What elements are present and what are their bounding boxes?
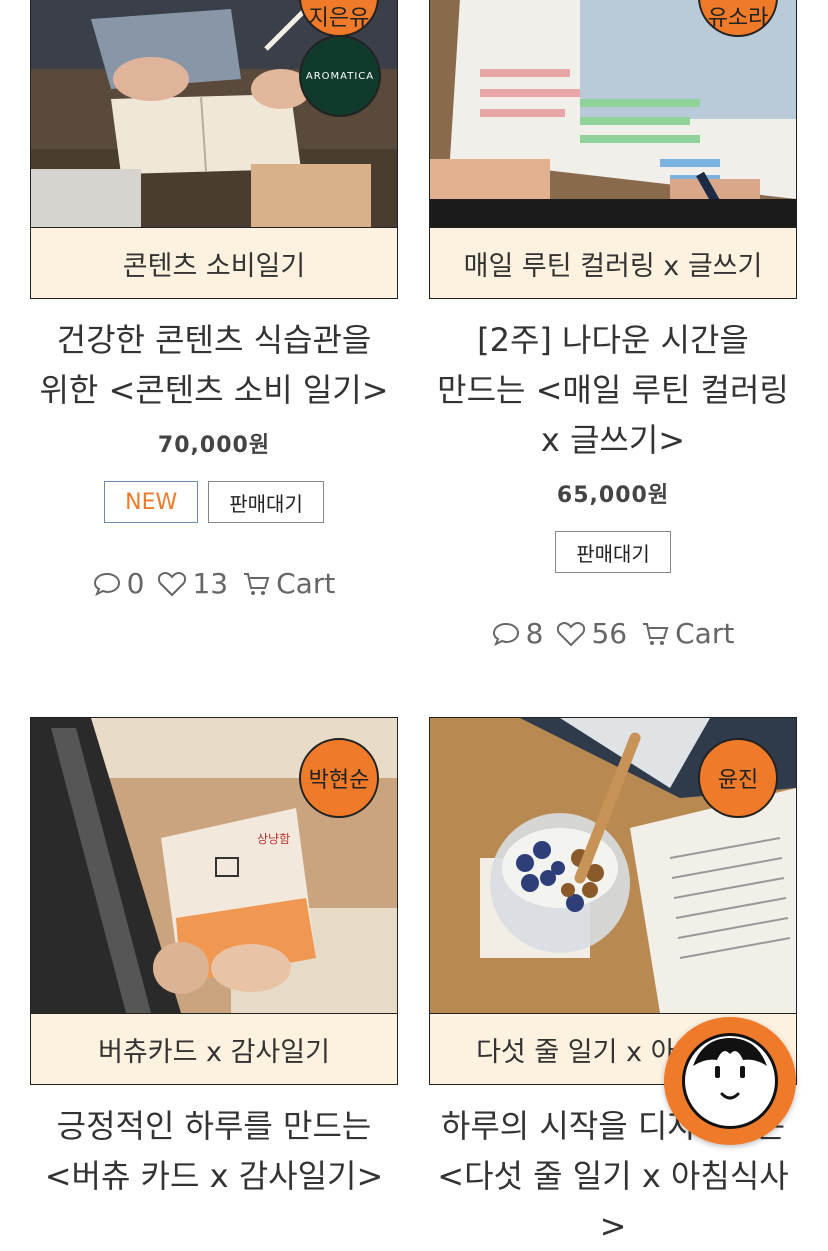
product-thumbnail[interactable]: 지은유 AROMATICA bbox=[30, 0, 398, 227]
product-tags: NEW 판매대기 bbox=[30, 481, 398, 523]
cart-icon bbox=[244, 572, 270, 595]
product-title[interactable]: [2주] 나다운 시간을 만드는 <매일 루틴 컬러링 x 글쓰기> bbox=[429, 315, 797, 465]
like-count[interactable]: 13 bbox=[158, 567, 228, 600]
cart-button[interactable]: Cart bbox=[641, 617, 734, 650]
creator-badge: 박현순 bbox=[299, 738, 379, 818]
product-title[interactable]: 긍정적인 하루를 만드는 <버츄 카드 x 감사일기> bbox=[30, 1101, 398, 1201]
product-tags: 판매대기 bbox=[429, 531, 797, 573]
product-ribbon: 매일 루틴 컬러링 x 글쓰기 bbox=[429, 227, 797, 299]
status-tag: 판매대기 bbox=[208, 481, 324, 523]
cart-button[interactable]: Cart bbox=[242, 567, 335, 600]
comment-icon bbox=[492, 622, 519, 646]
brand-logo: AROMATICA bbox=[299, 35, 381, 117]
new-tag: NEW bbox=[104, 481, 199, 523]
character-face-icon bbox=[682, 1033, 778, 1129]
card-label: 상냥함 bbox=[257, 832, 291, 846]
product-card[interactable]: 상냥함 박현순 버츄카드 x 감사일기 긍정적인 하루를 만드는 <버츄 카드 … bbox=[30, 717, 398, 1201]
creator-badge: 지은유 bbox=[299, 0, 379, 37]
cart-icon bbox=[643, 622, 669, 645]
chat-fab-button[interactable] bbox=[664, 1017, 796, 1145]
comment-count[interactable]: 8 bbox=[492, 617, 543, 650]
product-card[interactable]: 지은유 AROMATICA 콘텐츠 소비일기 건강한 콘텐츠 식습관을 위한 <… bbox=[30, 0, 398, 600]
product-price: 70,000원 bbox=[157, 433, 271, 458]
heart-icon bbox=[158, 571, 187, 596]
product-card[interactable]: 윤진 다섯 줄 일기 x 아침식사 하루의 시작을 디자인하는 <다섯 줄 일기… bbox=[429, 717, 797, 1251]
comment-count[interactable]: 0 bbox=[93, 567, 144, 600]
product-thumbnail[interactable]: 윤진 bbox=[429, 717, 797, 1013]
product-price: 65,000원 bbox=[556, 483, 670, 508]
product-thumbnail[interactable]: 상냥함 박현순 bbox=[30, 717, 398, 1013]
heart-icon bbox=[557, 621, 586, 646]
like-count[interactable]: 56 bbox=[557, 617, 627, 650]
product-ribbon: 버츄카드 x 감사일기 bbox=[30, 1013, 398, 1085]
product-card[interactable]: 유소라 매일 루틴 컬러링 x 글쓰기 [2주] 나다운 시간을 만드는 <매일… bbox=[429, 0, 797, 650]
product-stats: 0 13 Cart bbox=[30, 567, 398, 600]
product-title[interactable]: 건강한 콘텐츠 식습관을 위한 <콘텐츠 소비 일기> bbox=[30, 315, 398, 415]
comment-icon bbox=[93, 572, 120, 596]
status-tag: 판매대기 bbox=[555, 531, 671, 573]
product-stats: 8 56 Cart bbox=[429, 617, 797, 650]
creator-badge: 윤진 bbox=[698, 738, 778, 818]
product-ribbon: 콘텐츠 소비일기 bbox=[30, 227, 398, 299]
product-thumbnail[interactable]: 유소라 bbox=[429, 0, 797, 227]
creator-badge: 유소라 bbox=[698, 0, 778, 37]
